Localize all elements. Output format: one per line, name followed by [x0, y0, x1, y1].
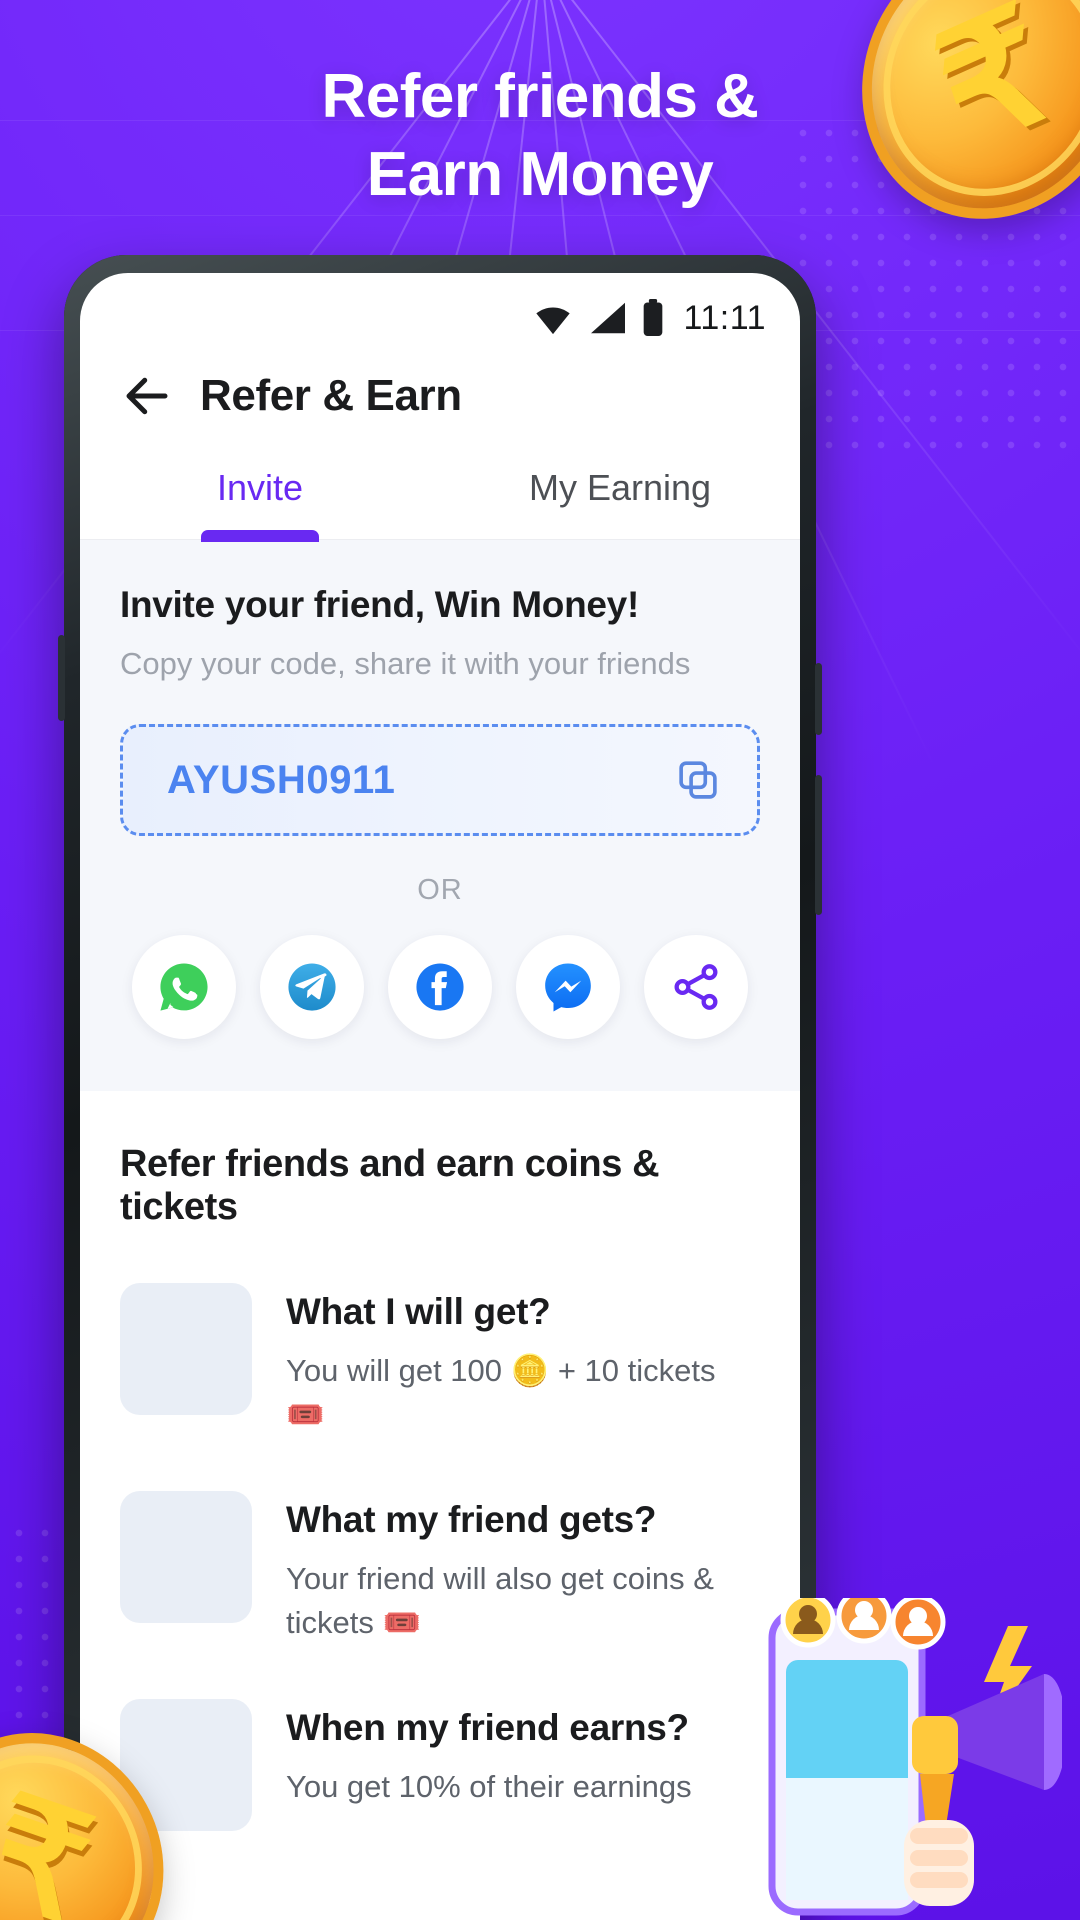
- info-item-text: When my friend earns? You get 10% of the…: [286, 1699, 692, 1809]
- info-item-title: What my friend gets?: [286, 1499, 657, 1541]
- messenger-icon: [545, 963, 591, 1012]
- info-item-title: What I will get?: [286, 1291, 551, 1332]
- tab-active-indicator: [201, 530, 319, 542]
- share-whatsapp-button[interactable]: [132, 935, 236, 1039]
- promo-headline-line1: Refer friends &: [321, 62, 759, 131]
- referral-code-value: AYUSH0911: [167, 757, 396, 802]
- illustration-phone: [768, 1608, 926, 1916]
- info-item: What I will get? You will get 100 🪙 + 10…: [120, 1283, 760, 1437]
- invite-subheading: Copy your code, share it with your frien…: [120, 646, 691, 681]
- status-bar: 11:11: [80, 273, 800, 347]
- referral-code-box[interactable]: AYUSH0911: [120, 724, 760, 836]
- megaphone-illustration: [768, 1598, 1062, 1916]
- invite-panel: Invite your friend, Win Money! Copy your…: [80, 540, 800, 1091]
- info-item: When my friend earns? You get 10% of the…: [120, 1699, 760, 1832]
- or-divider-label: OR: [417, 874, 463, 906]
- wifi-icon: [536, 307, 571, 335]
- facebook-icon: [416, 963, 464, 1011]
- tab-invite-label: Invite: [216, 467, 304, 508]
- illustration-hand: [904, 1820, 974, 1906]
- app-bar: Refer & Earn: [80, 347, 800, 441]
- info-heading: Refer friends and earn coins & tickets: [120, 1143, 660, 1228]
- phone-side-button: [58, 635, 65, 721]
- signal-icon: [591, 302, 626, 334]
- info-item-desc: You will get 100 🪙 + 10 tickets 🎟️: [286, 1353, 716, 1433]
- info-item-text: What I will get? You will get 100 🪙 + 10…: [286, 1283, 760, 1437]
- info-item-title: When my friend earns?: [286, 1707, 689, 1749]
- info-item: What my friend gets? Your friend will al…: [120, 1491, 760, 1645]
- tab-bar: Invite My Earning: [80, 441, 800, 542]
- share-messenger-button[interactable]: [516, 935, 620, 1039]
- share-more-button[interactable]: [644, 935, 748, 1039]
- illustration-megaphone: [912, 1674, 1062, 1826]
- info-item-text: What my friend gets? Your friend will al…: [286, 1491, 760, 1645]
- share-options-row: [120, 935, 760, 1039]
- phone-screen: 11:11 Refer & Earn Invite My Earning Inv…: [80, 273, 800, 1920]
- invite-heading: Invite your friend, Win Money!: [120, 584, 639, 625]
- phone-side-button: [815, 775, 822, 915]
- illustration-avatars: [780, 1598, 946, 1650]
- tab-invite[interactable]: Invite: [80, 441, 440, 542]
- battery-icon: [644, 299, 663, 336]
- share-facebook-button[interactable]: [388, 935, 492, 1039]
- info-item-thumbnail: [120, 1283, 252, 1415]
- copy-icon[interactable]: [675, 757, 721, 803]
- phone-side-button: [815, 663, 822, 735]
- share-icon: [674, 964, 718, 1010]
- tab-my-earning-label: My Earning: [528, 467, 712, 508]
- share-telegram-button[interactable]: [260, 935, 364, 1039]
- back-arrow-icon[interactable]: [120, 369, 174, 423]
- tab-my-earning[interactable]: My Earning: [440, 441, 800, 539]
- telegram-icon: [288, 963, 336, 1011]
- info-item-thumbnail: [120, 1491, 252, 1624]
- info-section: Refer friends and earn coins & tickets W…: [80, 1091, 800, 1832]
- info-item-desc: Your friend will also get coins & ticket…: [286, 1561, 714, 1641]
- whatsapp-icon: [160, 963, 208, 1011]
- status-time: 11:11: [683, 298, 766, 337]
- info-item-desc: You get 10% of their earnings: [286, 1769, 692, 1805]
- page-title: Refer & Earn: [200, 371, 462, 420]
- phone-mockup: 11:11 Refer & Earn Invite My Earning Inv…: [58, 255, 822, 1920]
